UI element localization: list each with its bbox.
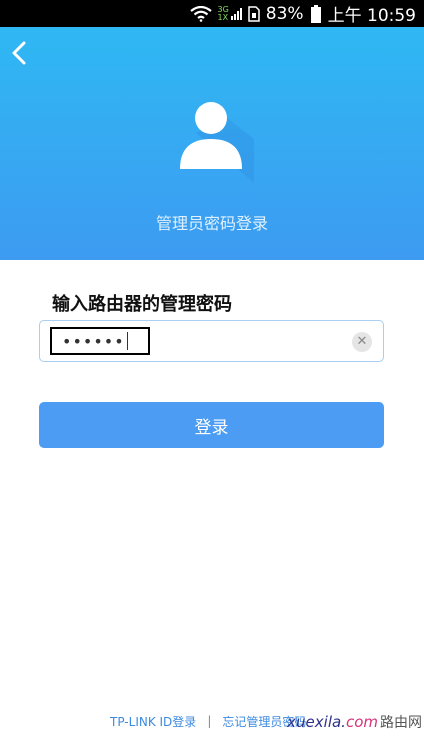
login-header: 管理员密码登录 [0, 27, 424, 260]
back-button[interactable] [6, 39, 36, 69]
watermark: xuexila. com 路由网 [287, 713, 422, 731]
password-value[interactable]: •••••• [50, 327, 150, 355]
password-input[interactable]: •••••• ✕ [39, 320, 384, 362]
signal-icon: 3G 1X [217, 4, 242, 22]
footer-links: TP-LINK ID登录 | 忘记管理员密码 [110, 712, 306, 730]
clock: 上午 10:59 [327, 6, 416, 26]
page-title: 管理员密码登录 [155, 214, 268, 233]
text-cursor [126, 332, 128, 350]
status-bar: 3G 1X 83% 上午 10:59 [0, 0, 424, 27]
clear-icon[interactable]: ✕ [352, 332, 372, 352]
network-type: 3G 1X [217, 4, 229, 22]
password-label: 输入路由器的管理密码 [52, 294, 232, 315]
footer-separator: | [207, 714, 212, 728]
wifi-icon [189, 5, 212, 22]
user-avatar-icon [170, 99, 254, 183]
battery-percent: 83% [265, 3, 304, 24]
battery-icon [310, 4, 322, 23]
login-button[interactable]: 登录 [39, 402, 384, 448]
chevron-left-icon [12, 41, 26, 65]
sim-icon [248, 5, 260, 22]
tplink-id-login-link[interactable]: TP-LINK ID登录 [110, 713, 196, 730]
